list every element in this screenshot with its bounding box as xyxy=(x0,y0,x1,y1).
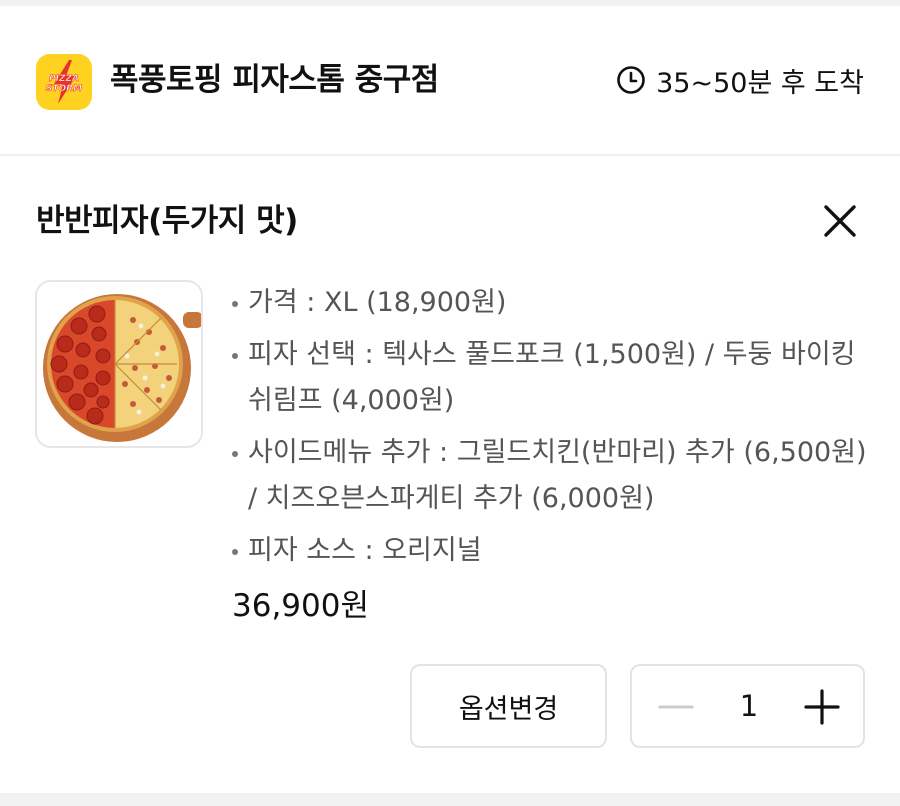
item-options-list: 가격 : XL (18,900원) 피자 선택 : 텍사스 풀드포크 (1,50… xyxy=(230,280,870,580)
minus-icon[interactable] xyxy=(654,685,698,729)
option-pizza-choice: 피자 선택 : 텍사스 풀드포크 (1,500원) / 두둥 바이킹쉬림프 (4… xyxy=(230,332,870,424)
quantity-stepper: 1 xyxy=(630,664,865,748)
pizza-image xyxy=(37,282,201,446)
close-icon[interactable] xyxy=(820,201,860,241)
delivery-eta-text: 35~50분 후 도착 xyxy=(656,67,864,99)
clock-icon xyxy=(616,65,646,95)
logo-text-pizza: PIZZA xyxy=(49,74,79,84)
change-option-button[interactable]: 옵션변경 xyxy=(410,664,607,748)
pizza-storm-logo-icon: PIZZA STORM xyxy=(36,54,92,110)
delivery-eta: 35~50분 후 도착 xyxy=(616,58,864,102)
item-total-price: 36,900원 xyxy=(232,588,369,624)
store-name: 폭풍토핑 피자스톰 중구점 xyxy=(110,62,439,98)
store-logo: PIZZA STORM xyxy=(36,54,92,110)
quantity-value: 1 xyxy=(739,689,759,723)
item-title: 반반피자(두가지 맛) xyxy=(36,203,298,239)
store-header: PIZZA STORM 폭풍토핑 피자스톰 중구점 35~50분 후 도착 xyxy=(0,6,900,156)
option-side-menu: 사이드메뉴 추가 : 그릴드치킨(반마리) 추가 (6,500원) / 치즈오븐… xyxy=(230,430,870,522)
option-sauce: 피자 소스 : 오리지널 xyxy=(230,528,870,574)
item-thumbnail xyxy=(35,280,203,448)
option-price: 가격 : XL (18,900원) xyxy=(230,280,870,326)
plus-icon[interactable] xyxy=(800,685,844,729)
bottom-divider-strip xyxy=(0,793,900,806)
logo-text-storm: STORM xyxy=(46,84,82,94)
